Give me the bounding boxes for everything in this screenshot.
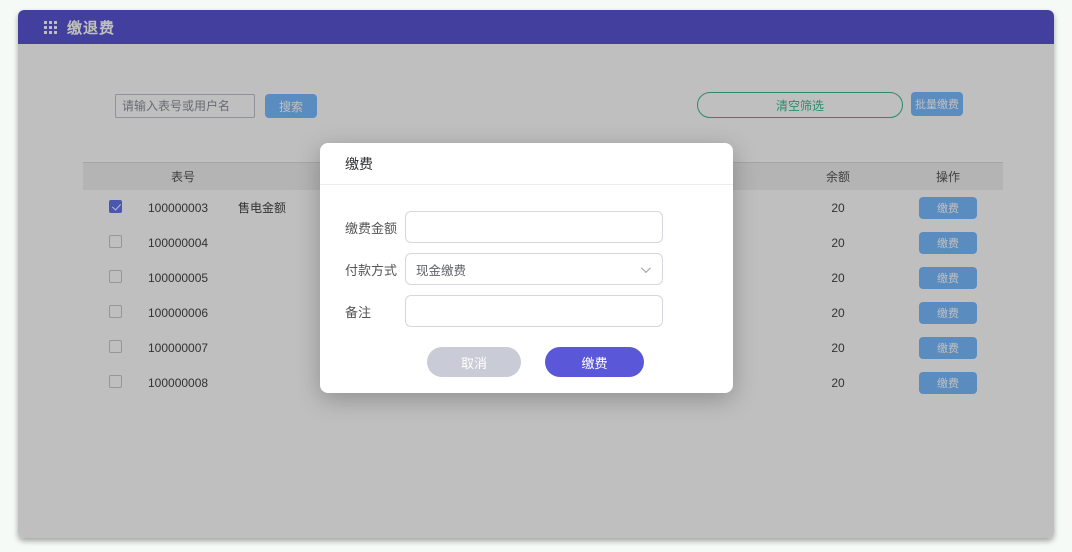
remark-label: 备注 [345, 302, 405, 321]
amount-input[interactable] [405, 211, 663, 243]
remark-input[interactable] [405, 295, 663, 327]
modal-title: 缴费 [320, 143, 733, 185]
payment-method-value: 现金缴费 [416, 260, 466, 279]
payment-modal: 缴费 缴费金额 付款方式 现金缴费 备注 取消 缴费 [320, 143, 733, 393]
payment-method-select[interactable]: 现金缴费 [405, 253, 663, 285]
payment-method-label: 付款方式 [345, 260, 405, 279]
confirm-pay-button[interactable]: 缴费 [545, 347, 644, 377]
amount-label: 缴费金额 [345, 218, 405, 237]
chevron-down-icon [641, 263, 651, 273]
app-window: 缴退费 搜索 清空筛选 批量缴费 表号 余额 操作 100000003 售电金额… [18, 10, 1054, 538]
cancel-button[interactable]: 取消 [427, 347, 521, 377]
